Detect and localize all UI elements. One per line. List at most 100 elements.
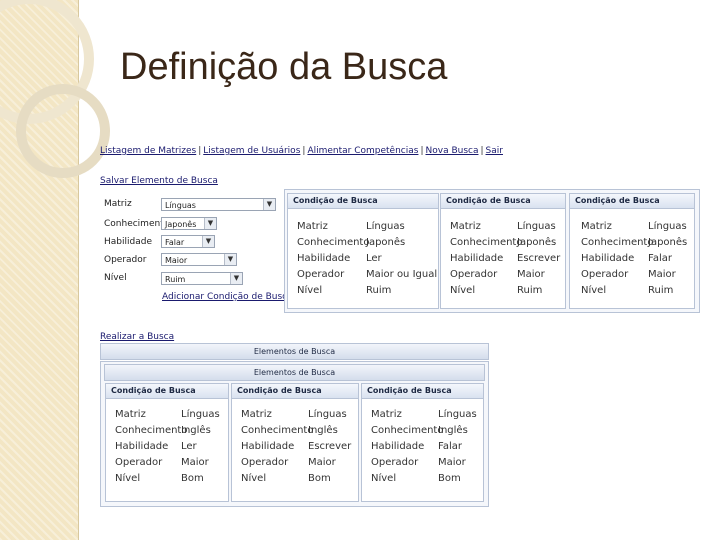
elementos-busca-bar: Elementos de Busca	[100, 343, 489, 360]
row-key: Matriz	[297, 221, 328, 232]
row-value: Línguas	[181, 409, 220, 420]
label-nivel: Nível	[104, 273, 127, 283]
adicionar-condicao-link[interactable]: Adicionar Condição de Busca	[162, 292, 293, 302]
nav-separator: |	[198, 146, 201, 156]
row-key: Operador	[371, 457, 418, 468]
operador-select[interactable]: Maior ▼	[161, 253, 237, 266]
slide-title: Definição da Busca	[120, 46, 447, 89]
row-key: Operador	[581, 269, 628, 280]
top-navigation: Listagem de Matrizes|Listagem de Usuário…	[100, 146, 503, 156]
chevron-down-icon: ▼	[202, 236, 214, 247]
row-key: Operador	[450, 269, 497, 280]
panel-header: Condição de Busca	[232, 384, 358, 399]
row-key: Conhecimento	[297, 237, 369, 248]
row-value: Ruim	[517, 285, 542, 296]
label-habilidade: Habilidade	[104, 237, 152, 247]
nav-link-sair[interactable]: Sair	[486, 146, 503, 156]
row-key: Matriz	[581, 221, 612, 232]
row-key: Nível	[450, 285, 475, 296]
row-key: Nível	[581, 285, 606, 296]
row-value: Inglês	[181, 425, 211, 436]
row-key: Habilidade	[241, 441, 294, 452]
row-value: Maior ou Igual	[366, 269, 437, 280]
panel-header: Condição de Busca	[288, 194, 438, 209]
row-key: Habilidade	[581, 253, 634, 264]
chevron-down-icon: ▼	[224, 254, 236, 265]
realizar-busca-link[interactable]: Realizar a Busca	[100, 332, 174, 342]
panel-header: Condição de Busca	[441, 194, 565, 209]
condition-panel: Condição de Busca Matriz Línguas Conheci…	[440, 193, 566, 309]
condition-panel: Condição de Busca Matriz Línguas Conheci…	[231, 383, 359, 502]
row-value: Maior	[308, 457, 336, 468]
nav-separator: |	[302, 146, 305, 156]
chevron-down-icon: ▼	[230, 273, 242, 284]
row-value: Maior	[517, 269, 545, 280]
row-value: Inglês	[308, 425, 338, 436]
slide-sidebar-decoration	[0, 0, 79, 540]
salvar-elemento-link[interactable]: Salvar Elemento de Busca	[100, 176, 218, 186]
label-conhecimento: Conhecimento	[104, 219, 169, 229]
panel-header: Condição de Busca	[570, 194, 694, 209]
row-value: Ruim	[648, 285, 673, 296]
condition-panel: Condição de Busca Matriz Línguas Conheci…	[287, 193, 439, 309]
row-key: Nível	[371, 473, 396, 484]
row-value: Escrever	[308, 441, 351, 452]
row-value: Línguas	[308, 409, 347, 420]
row-value: Falar	[438, 441, 462, 452]
row-key: Nível	[241, 473, 266, 484]
row-value: Ler	[181, 441, 197, 452]
panel-header: Condição de Busca	[362, 384, 483, 399]
label-matriz: Matriz	[104, 199, 132, 209]
nav-link-nova-busca[interactable]: Nova Busca	[426, 146, 479, 156]
row-key: Operador	[115, 457, 162, 468]
row-key: Operador	[241, 457, 288, 468]
operador-select-value: Maior	[165, 256, 187, 265]
row-value: Bom	[181, 473, 204, 484]
nav-link-listagem-usuarios[interactable]: Listagem de Usuários	[203, 146, 300, 156]
row-value: Ruim	[366, 285, 391, 296]
row-value: Escrever	[517, 253, 560, 264]
row-value: Ler	[366, 253, 382, 264]
row-key: Conhecimento	[241, 425, 313, 436]
row-value: Japonês	[366, 237, 405, 248]
habilidade-select-value: Falar	[165, 238, 184, 247]
row-value: Maior	[438, 457, 466, 468]
condition-panel: Condição de Busca Matriz Línguas Conheci…	[105, 383, 229, 502]
row-value: Maior	[648, 269, 676, 280]
nivel-select-value: Ruim	[165, 275, 185, 284]
row-key: Nível	[297, 285, 322, 296]
nivel-select[interactable]: Ruim ▼	[161, 272, 243, 285]
condition-panel: Condição de Busca Matriz Línguas Conheci…	[361, 383, 484, 502]
row-value: Maior	[181, 457, 209, 468]
row-key: Habilidade	[371, 441, 424, 452]
row-value: Bom	[308, 473, 331, 484]
panel-header: Condição de Busca	[106, 384, 228, 399]
row-key: Operador	[297, 269, 344, 280]
row-key: Matriz	[115, 409, 146, 420]
habilidade-select[interactable]: Falar ▼	[161, 235, 215, 248]
row-key: Matriz	[371, 409, 402, 420]
row-value: Línguas	[517, 221, 556, 232]
row-key: Habilidade	[115, 441, 168, 452]
row-value: Línguas	[648, 221, 687, 232]
condition-panel: Condição de Busca Matriz Línguas Conheci…	[569, 193, 695, 309]
row-key: Conhecimento	[115, 425, 187, 436]
row-key: Habilidade	[450, 253, 503, 264]
matriz-select-value: Línguas	[165, 201, 196, 210]
nav-separator: |	[480, 146, 483, 156]
conhecimento-select[interactable]: Japonês ▼	[161, 217, 217, 230]
row-value: Bom	[438, 473, 461, 484]
row-key: Conhecimento	[581, 237, 653, 248]
row-key: Habilidade	[297, 253, 350, 264]
row-key: Nível	[115, 473, 140, 484]
elementos-busca-bar: Elementos de Busca	[104, 364, 485, 381]
row-value: Japonês	[648, 237, 687, 248]
nav-link-alimentar-competencias[interactable]: Alimentar Competências	[307, 146, 418, 156]
row-value: Falar	[648, 253, 672, 264]
conhecimento-select-value: Japonês	[165, 220, 196, 229]
nav-link-listagem-matrizes[interactable]: Listagem de Matrizes	[100, 146, 196, 156]
chevron-down-icon: ▼	[204, 218, 216, 229]
matriz-select[interactable]: Línguas ▼	[161, 198, 276, 211]
decorative-ring	[16, 84, 110, 178]
row-value: Inglês	[438, 425, 468, 436]
